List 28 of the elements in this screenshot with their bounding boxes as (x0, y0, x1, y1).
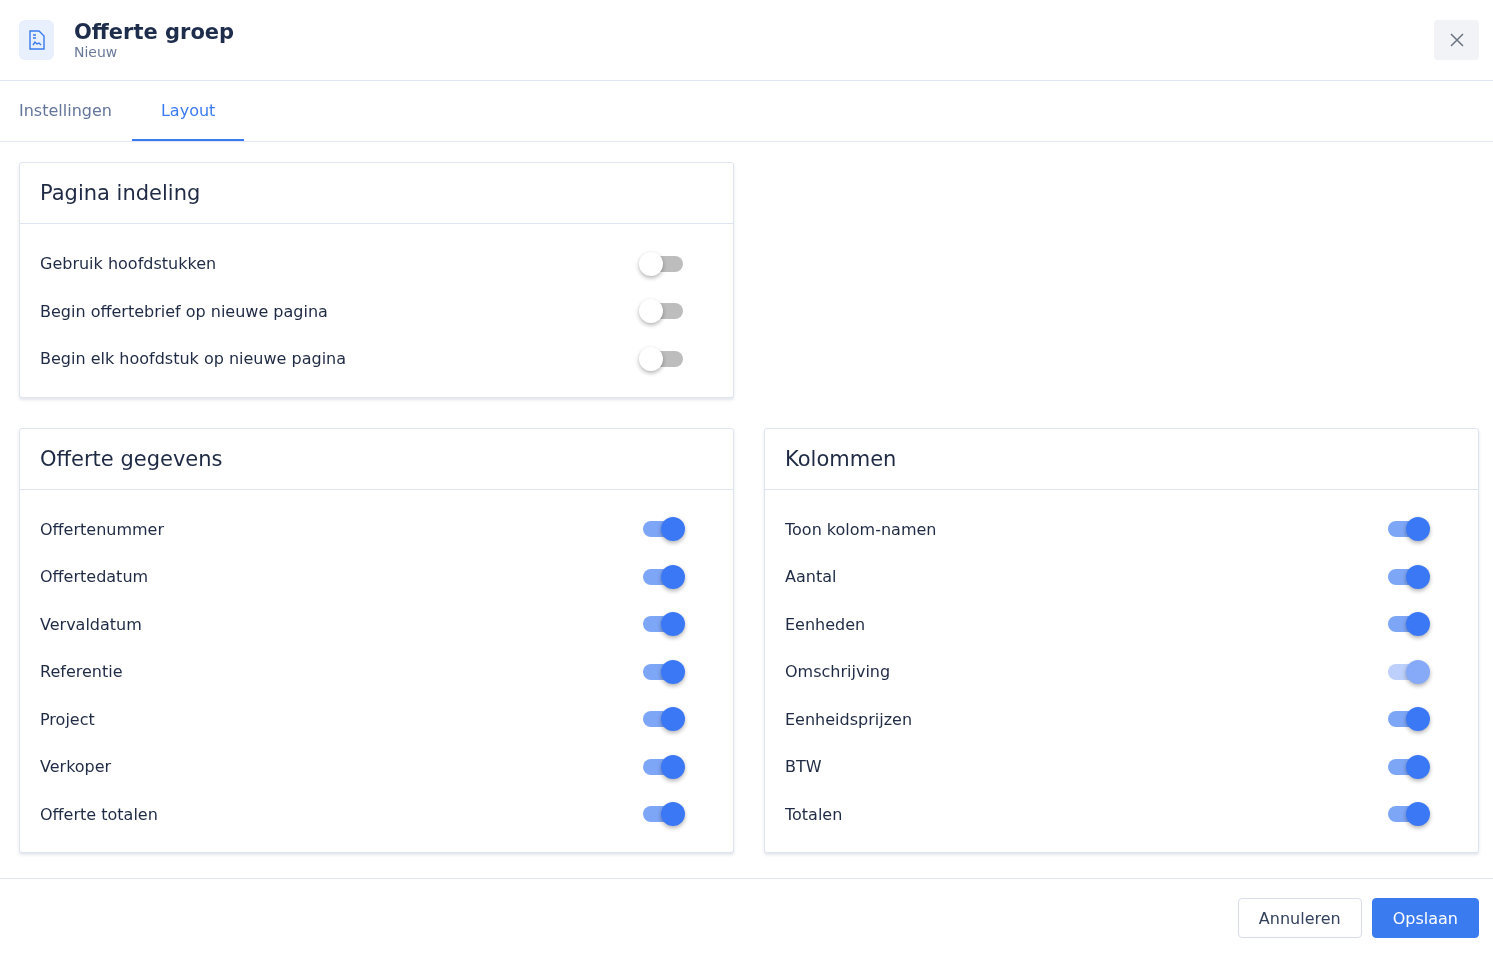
cancel-button[interactable]: Annuleren (1237, 898, 1362, 938)
tab[interactable]: Instellingen (0, 81, 132, 141)
tab[interactable]: Layout (131, 81, 245, 141)
setting-label: Project (40, 709, 95, 729)
setting-label: Omschrijving (785, 662, 891, 682)
setting-label: Referentie (40, 662, 123, 682)
setting-label: Eenheidsprijzen (785, 709, 913, 729)
dialog-subtitle: Nieuw (74, 44, 119, 60)
setting-label: Totalen (785, 804, 843, 824)
setting-label: Aantal (785, 567, 837, 587)
card-title: Offerte gegevens (20, 428, 733, 490)
card-title: Pagina indeling (20, 163, 733, 224)
setting-label: BTW (785, 757, 822, 777)
setting-label: Begin offertebrief op nieuwe pagina (40, 301, 328, 321)
setting-label: Begin elk hoofdstuk op nieuwe pagina (40, 349, 347, 369)
document-icon (19, 20, 54, 60)
setting-label: Gebruik hoofdstukken (40, 254, 217, 274)
setting-label: Vervaldatum (40, 614, 142, 634)
dialog-title: Offerte groep (74, 20, 236, 44)
setting-label: Verkoper (40, 757, 112, 777)
setting-label: Offertedatum (40, 567, 149, 587)
setting-label: Eenheden (785, 614, 866, 634)
setting-label: Toon kolom-namen (785, 519, 937, 539)
setting-label: Offerte totalen (40, 804, 158, 824)
close-icon (1449, 33, 1464, 47)
setting-label: Offertenummer (40, 519, 165, 539)
card-title: Kolommen (765, 428, 1478, 490)
save-button[interactable]: Opslaan (1371, 898, 1479, 938)
